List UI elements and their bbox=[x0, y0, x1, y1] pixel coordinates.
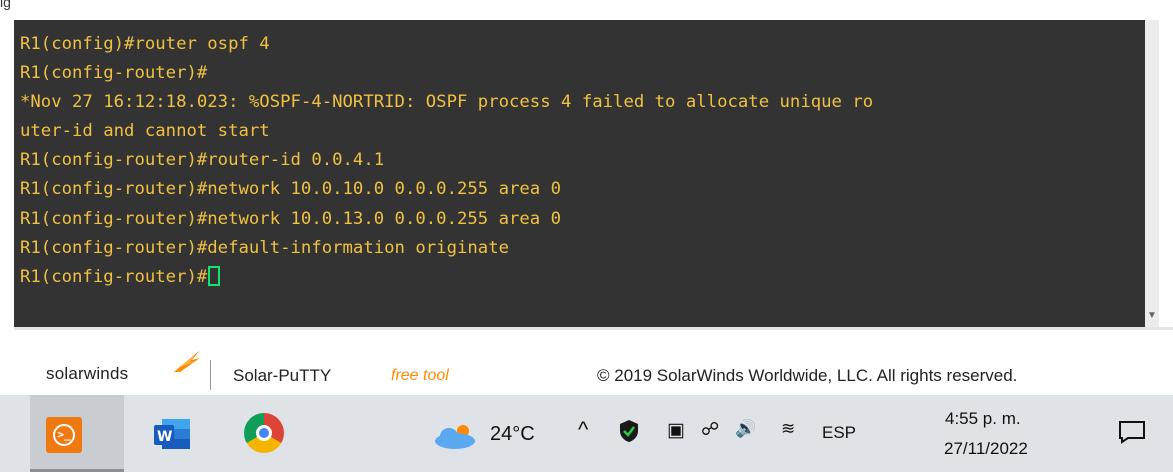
terminal-window[interactable]: R1(config)#router ospf 4 R1(config-route… bbox=[14, 20, 1159, 327]
wifi-icon[interactable]: ≋ bbox=[781, 419, 795, 439]
product-name: Solar-PuTTY bbox=[233, 366, 332, 385]
footer-divider bbox=[210, 360, 211, 390]
taskbar-app-word[interactable]: W bbox=[148, 395, 204, 472]
battery-icon[interactable]: ☍ bbox=[701, 419, 719, 440]
solarwinds-footer: solarwinds Solar-PuTTY free tool © 2019 … bbox=[14, 327, 1173, 395]
terminal-line: R1(config-router)#default-information or… bbox=[20, 237, 509, 258]
edition-label: free tool bbox=[391, 367, 449, 384]
taskbar-app-chrome[interactable] bbox=[244, 395, 300, 472]
taskbar-clock-time[interactable]: 4:55 p. m. bbox=[945, 409, 1021, 429]
solarwinds-logo: solarwinds bbox=[46, 364, 129, 383]
scroll-down-icon[interactable]: ▼ bbox=[1147, 310, 1157, 321]
cloud-sun-icon[interactable] bbox=[433, 423, 481, 449]
language-indicator[interactable]: ESP bbox=[822, 423, 856, 443]
notification-icon[interactable] bbox=[1118, 420, 1146, 444]
terminal-prompt: R1(config-router)# bbox=[20, 266, 208, 287]
terminal-line: R1(config-router)#router-id 0.0.4.1 bbox=[20, 150, 385, 171]
solarwinds-flame-icon bbox=[174, 350, 200, 372]
terminal-prompt-line[interactable]: R1(config-router)# bbox=[20, 263, 873, 292]
top-strip: lg bbox=[0, 0, 1173, 20]
terminal-line: R1(config-router)# bbox=[20, 63, 208, 84]
taskbar-app-solar-putty[interactable]: >_ bbox=[30, 395, 124, 472]
meet-now-icon[interactable]: ▣ bbox=[667, 419, 685, 442]
show-hidden-icons-button[interactable]: ^ bbox=[578, 417, 588, 443]
svg-text:W: W bbox=[157, 429, 172, 445]
cut-off-text: lg bbox=[0, 0, 11, 10]
terminal-line: R1(config)#router ospf 4 bbox=[20, 34, 270, 54]
chrome-icon bbox=[244, 413, 284, 453]
copyright-notice: © 2019 SolarWinds Worldwide, LLC. All ri… bbox=[597, 366, 1018, 385]
terminal-cursor bbox=[208, 265, 221, 286]
word-icon: W bbox=[154, 419, 190, 449]
volume-icon[interactable]: 🔊 bbox=[735, 419, 756, 439]
terminal-line: R1(config-router)#network 10.0.13.0 0.0.… bbox=[20, 208, 562, 229]
terminal-line: uter-id and cannot start bbox=[20, 121, 270, 142]
terminal-output: R1(config)#router ospf 4 R1(config-route… bbox=[20, 30, 873, 292]
weather-temperature[interactable]: 24°C bbox=[490, 423, 535, 446]
taskbar-clock-date[interactable]: 27/11/2022 bbox=[944, 439, 1028, 459]
shield-icon[interactable] bbox=[618, 419, 640, 443]
vertical-scrollbar[interactable]: ▼ bbox=[1145, 20, 1159, 327]
terminal-line: R1(config-router)#network 10.0.10.0 0.0.… bbox=[20, 179, 562, 200]
terminal-line: *Nov 27 16:12:18.023: %OSPF-4-NORTRID: O… bbox=[20, 92, 874, 113]
putty-icon: >_ bbox=[46, 417, 82, 453]
taskbar: >_ W 24°C ^ ▣ ☍ 🔊 ≋ ESP 4:55 p. m. 27/11… bbox=[0, 395, 1173, 472]
